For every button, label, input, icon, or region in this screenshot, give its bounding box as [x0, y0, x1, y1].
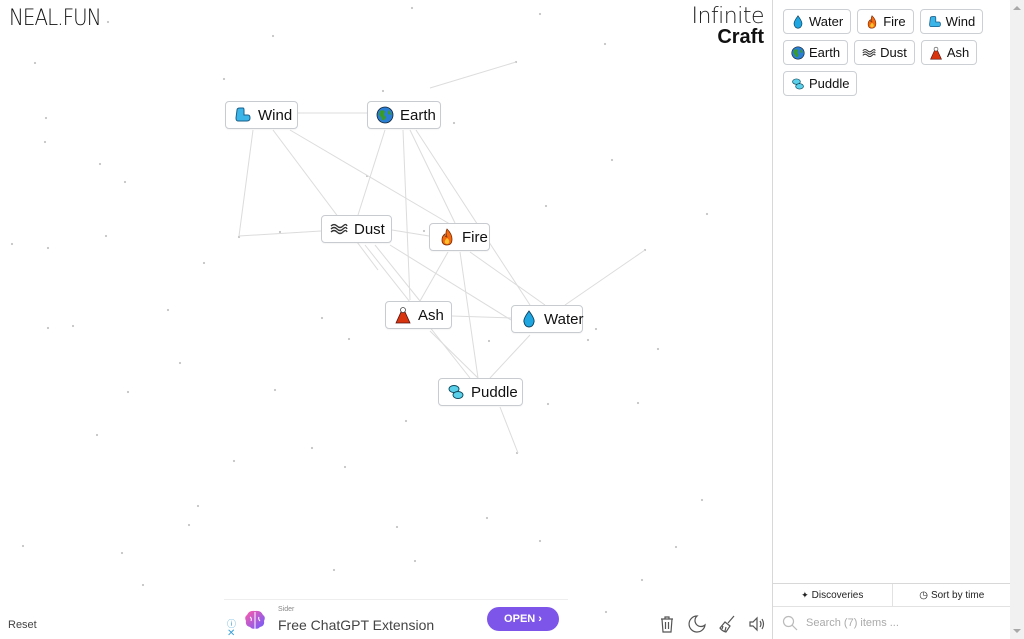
sound-speaker-icon[interactable] [747, 614, 767, 634]
earth-globe-icon [376, 106, 394, 124]
puddle-icon [791, 77, 805, 91]
canvas-node-fire[interactable]: Fire [429, 223, 490, 251]
neal-fun-logo[interactable]: NEAL.FUN [9, 6, 102, 31]
sider-brain-logo-icon [245, 610, 265, 629]
sidebar-item-fire[interactable]: Fire [857, 9, 914, 34]
node-label: Wind [258, 106, 293, 124]
canvas-node-dust[interactable]: Dust [321, 215, 392, 243]
broom-clear-icon[interactable] [717, 614, 737, 634]
sidebar-scrollbar[interactable] [1010, 0, 1024, 639]
sidebar-item-water[interactable]: Water [783, 9, 852, 34]
ad-headline[interactable]: Free ChatGPT Extension [278, 617, 434, 633]
ad-close-icon[interactable]: ✕ [227, 628, 235, 639]
wind-icon [234, 106, 252, 124]
canvas-node-earth[interactable]: Earth [367, 101, 441, 129]
ad-open-button[interactable]: OPEN › [487, 607, 559, 631]
tab-discoveries-label: Discoveries [811, 589, 864, 601]
node-label: Earth [400, 106, 436, 124]
search-icon [782, 615, 798, 631]
ad-sponsor: Sider [278, 606, 295, 613]
connection-line [409, 129, 456, 224]
item-label: Puddle [809, 76, 850, 91]
ash-volcano-icon [394, 306, 412, 324]
reset-button[interactable]: Reset [8, 619, 37, 631]
search-input[interactable] [804, 616, 988, 630]
dust-waves-icon [862, 46, 876, 60]
connection-line [489, 334, 531, 379]
canvas-node-water[interactable]: Water [511, 305, 583, 333]
trash-icon[interactable] [657, 614, 677, 634]
canvas-node-ash[interactable]: Ash [385, 301, 452, 329]
node-label: Puddle [471, 383, 518, 401]
connection-line [238, 230, 322, 237]
sidebar-item-earth[interactable]: Earth [783, 40, 849, 65]
connection-line [238, 129, 254, 237]
fire-icon [865, 14, 879, 29]
canvas-node-wind[interactable]: Wind [225, 101, 298, 129]
element-list: Water Fire Wind Earth Dust Ash Puddle [773, 0, 1003, 96]
connection-line [374, 244, 421, 302]
item-label: Fire [883, 14, 906, 29]
earth-globe-icon [791, 45, 805, 60]
clock-icon: ◷ [919, 589, 928, 601]
node-label: Dust [354, 220, 385, 238]
elements-sidebar: Water Fire Wind Earth Dust Ash Puddle ✦ … [772, 0, 1011, 639]
canvas-node-puddle[interactable]: Puddle [438, 378, 523, 406]
item-label: Ash [946, 45, 970, 60]
node-label: Water [544, 310, 584, 328]
connection-line [391, 229, 430, 237]
node-label: Ash [418, 306, 444, 324]
connection-line [459, 251, 479, 379]
connection-line [429, 61, 517, 89]
title-line-2: Craft [717, 26, 764, 48]
connection-line [402, 129, 411, 301]
item-label: Wind [945, 14, 976, 29]
sidebar-item-ash[interactable]: Ash [920, 40, 978, 65]
search-bar [773, 607, 1011, 639]
tab-sort-by-time[interactable]: ◷ Sort by time [891, 584, 1012, 606]
sidebar-footer: ✦ Discoveries ◷ Sort by time [773, 583, 1011, 639]
water-drop-icon [791, 14, 805, 29]
connection-line [469, 251, 546, 306]
connection-line [451, 315, 512, 319]
scroll-up-arrow[interactable] [1013, 6, 1021, 10]
fire-icon [438, 228, 456, 246]
item-label: Water [809, 14, 844, 29]
canvas-toolbar [657, 614, 767, 634]
dark-mode-moon-icon[interactable] [687, 614, 707, 634]
connection-line [419, 251, 449, 302]
connection-line [499, 406, 519, 454]
dust-waves-icon [330, 220, 348, 238]
ash-volcano-icon [929, 46, 943, 60]
sidebar-item-wind[interactable]: Wind [919, 9, 984, 34]
title-line-1: Infinite [691, 4, 764, 29]
sidebar-item-dust[interactable]: Dust [854, 40, 915, 65]
node-label: Fire [462, 228, 488, 246]
item-label: Earth [809, 45, 841, 60]
sidebar-tabs: ✦ Discoveries ◷ Sort by time [773, 584, 1011, 607]
tab-sort-label: Sort by time [930, 589, 985, 601]
puddle-icon [447, 383, 465, 401]
crafting-canvas[interactable]: NEAL.FUN Infinite Craft Wind Earth Dust … [0, 0, 772, 639]
sparkle-icon: ✦ [801, 589, 809, 600]
scroll-down-arrow[interactable] [1013, 629, 1021, 633]
infinite-craft-title: Infinite Craft [691, 6, 764, 48]
connection-line [564, 249, 646, 306]
water-drop-icon [520, 310, 538, 328]
wind-icon [928, 15, 942, 29]
tab-discoveries[interactable]: ✦ Discoveries [773, 584, 892, 606]
connection-line [429, 330, 479, 379]
ad-banner[interactable]: ⓘ ✕ Sider Free ChatGPT Extension OPEN › [224, 599, 568, 639]
item-label: Dust [880, 45, 907, 60]
sidebar-item-puddle[interactable]: Puddle [783, 71, 858, 96]
